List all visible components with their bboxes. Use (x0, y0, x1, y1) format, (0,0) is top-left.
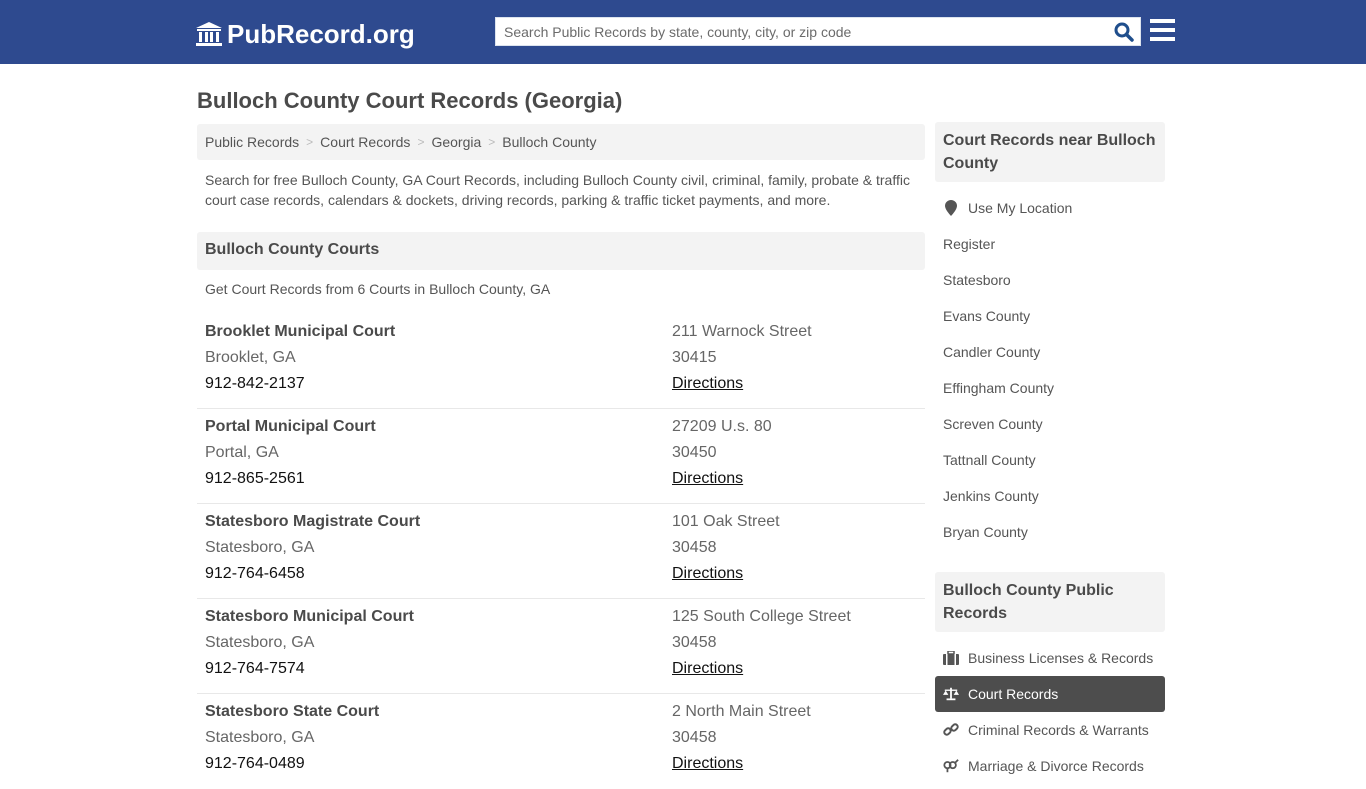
logo-text: PubRecord.org (227, 18, 415, 49)
breadcrumb-separator: > (417, 135, 425, 149)
search-button[interactable] (1112, 21, 1136, 43)
public-record-label: Criminal Records & Warrants (968, 722, 1149, 738)
directions-link[interactable]: Directions (672, 371, 743, 397)
court-address: 27209 U.s. 80 (672, 418, 772, 435)
public-record-business-licenses[interactable]: Business Licenses & Records (935, 640, 1165, 676)
court-name: Statesboro State Court (205, 703, 380, 720)
use-my-location-label: Use My Location (968, 200, 1073, 216)
public-records-heading: Bulloch County Public Records (935, 572, 1165, 632)
breadcrumb: Public Records > Court Records > Georgia… (197, 124, 925, 160)
court-city: Portal, GA (205, 444, 279, 461)
breadcrumb-public-records[interactable]: Public Records (205, 134, 299, 150)
public-record-criminal-records[interactable]: Criminal Records & Warrants (935, 712, 1165, 748)
nearby-item[interactable]: Bryan County (935, 514, 1165, 550)
court-phone[interactable]: 912-764-7574 (205, 656, 414, 682)
courts-heading: Bulloch County Courts (197, 232, 925, 270)
use-my-location-link[interactable]: Use My Location (935, 190, 1165, 226)
hamburger-menu-icon[interactable] (1150, 19, 1176, 43)
search-input[interactable] (496, 18, 1106, 45)
sidebar-public-records: Bulloch County Public Records Business L… (935, 572, 1165, 784)
site-logo[interactable]: PubRecord.org (195, 18, 415, 50)
link-icon (943, 722, 959, 738)
nearby-item[interactable]: Screven County (935, 406, 1165, 442)
court-zip: 30458 (672, 634, 717, 651)
public-record-court-records[interactable]: Court Records (935, 676, 1165, 712)
directions-link[interactable]: Directions (672, 656, 743, 682)
court-phone[interactable]: 912-764-0489 (205, 751, 379, 777)
courts-subheading: Get Court Records from 6 Courts in Bullo… (205, 281, 551, 297)
court-item: Statesboro Magistrate Court Statesboro, … (197, 504, 925, 599)
breadcrumb-separator: > (488, 135, 496, 149)
nearby-list: Use My Location Register Statesboro Evan… (935, 190, 1165, 550)
page-title: Bulloch County Court Records (Georgia) (197, 88, 623, 113)
nearby-item[interactable]: Evans County (935, 298, 1165, 334)
court-item: Statesboro Municipal Court Statesboro, G… (197, 599, 925, 694)
site-header: PubRecord.org (0, 0, 1366, 64)
scale-icon (943, 686, 959, 702)
nearby-heading: Court Records near Bulloch County (935, 122, 1165, 182)
nearby-item[interactable]: Tattnall County (935, 442, 1165, 478)
directions-link[interactable]: Directions (672, 561, 743, 587)
court-item: Brooklet Municipal Court Brooklet, GA 91… (197, 314, 925, 409)
nearby-item[interactable]: Jenkins County (935, 478, 1165, 514)
court-zip: 30458 (672, 539, 717, 556)
court-city: Statesboro, GA (205, 634, 315, 651)
nearby-item[interactable]: Register (935, 226, 1165, 262)
map-marker-icon (943, 200, 959, 216)
court-name: Portal Municipal Court (205, 418, 376, 435)
intro-text: Search for free Bulloch County, GA Court… (205, 172, 910, 208)
nearby-item[interactable]: Effingham County (935, 370, 1165, 406)
court-name: Brooklet Municipal Court (205, 323, 396, 340)
court-address: 125 South College Street (672, 608, 851, 625)
search-icon (1114, 22, 1134, 42)
public-record-label: Court Records (968, 686, 1059, 702)
court-phone[interactable]: 912-842-2137 (205, 371, 395, 397)
directions-link[interactable]: Directions (672, 751, 743, 777)
court-address: 211 Warnock Street (672, 323, 812, 340)
court-city: Brooklet, GA (205, 349, 296, 366)
public-record-label: Business Licenses & Records (968, 650, 1154, 666)
court-list: Brooklet Municipal Court Brooklet, GA 91… (197, 314, 925, 789)
breadcrumb-court-records[interactable]: Court Records (320, 134, 410, 150)
courthouse-icon (196, 22, 222, 46)
public-record-label: Marriage & Divorce Records (968, 758, 1144, 774)
court-phone[interactable]: 912-865-2561 (205, 466, 376, 492)
court-address: 101 Oak Street (672, 513, 780, 530)
nearby-item[interactable]: Statesboro (935, 262, 1165, 298)
court-address: 2 North Main Street (672, 703, 811, 720)
search-box (495, 17, 1141, 46)
public-record-marriage-divorce[interactable]: Marriage & Divorce Records (935, 748, 1165, 784)
court-name: Statesboro Magistrate Court (205, 513, 421, 530)
breadcrumb-bulloch-county[interactable]: Bulloch County (502, 134, 596, 150)
court-zip: 30415 (672, 349, 717, 366)
court-zip: 30450 (672, 444, 717, 461)
court-item: Statesboro State Court Statesboro, GA 91… (197, 694, 925, 789)
venus-mars-icon (943, 758, 959, 774)
court-city: Statesboro, GA (205, 729, 315, 746)
public-records-list: Business Licenses & Records Court Record… (935, 640, 1165, 784)
court-name: Statesboro Municipal Court (205, 608, 414, 625)
nearby-item[interactable]: Candler County (935, 334, 1165, 370)
briefcase-icon (943, 650, 959, 666)
breadcrumb-separator: > (306, 135, 314, 149)
court-zip: 30458 (672, 729, 717, 746)
court-item: Portal Municipal Court Portal, GA 912-86… (197, 409, 925, 504)
court-city: Statesboro, GA (205, 539, 315, 556)
sidebar-nearby: Court Records near Bulloch County Use My… (935, 122, 1165, 550)
court-phone[interactable]: 912-764-6458 (205, 561, 420, 587)
breadcrumb-georgia[interactable]: Georgia (431, 134, 481, 150)
directions-link[interactable]: Directions (672, 466, 743, 492)
